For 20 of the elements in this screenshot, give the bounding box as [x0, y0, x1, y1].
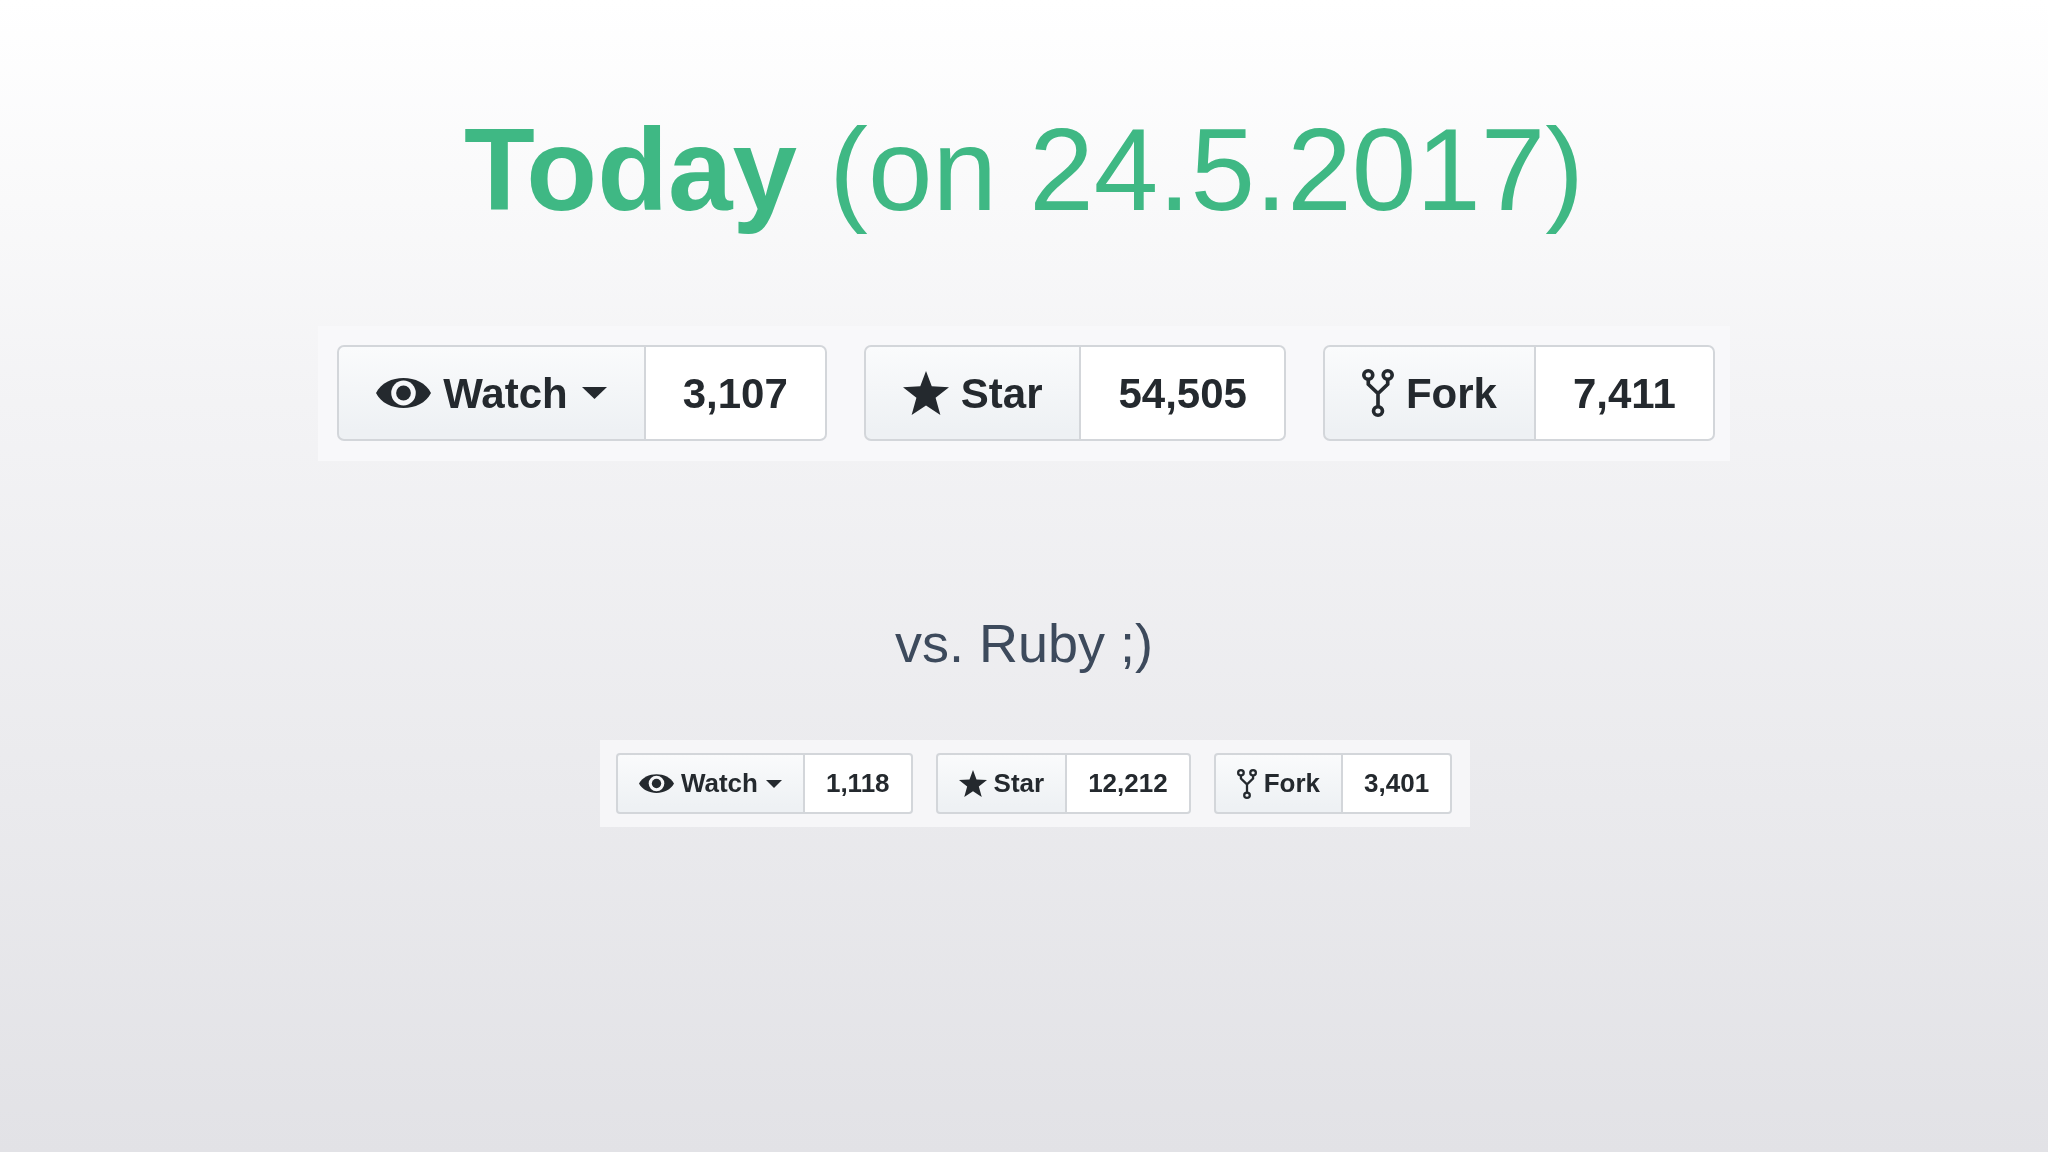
- fork-icon: [1361, 369, 1394, 418]
- watchers-count[interactable]: 1,118: [804, 753, 913, 815]
- stars-count[interactable]: 54,505: [1081, 345, 1286, 442]
- star-icon: [902, 371, 949, 416]
- star-icon: [958, 770, 987, 798]
- forks-count[interactable]: 7,411: [1535, 345, 1715, 442]
- fork-button[interactable]: Fork: [1213, 753, 1344, 815]
- watchers-count[interactable]: 3,107: [645, 345, 827, 442]
- comparison-caption: vs. Ruby ;): [894, 612, 1154, 676]
- stars-count[interactable]: 12,212: [1067, 753, 1191, 815]
- slide-title: Today (on 24.5.2017): [464, 104, 1584, 237]
- star-button[interactable]: Star: [863, 345, 1082, 442]
- star-button[interactable]: Star: [935, 753, 1068, 815]
- forks-count[interactable]: 3,401: [1343, 753, 1453, 815]
- fork-button[interactable]: Fork: [1322, 345, 1536, 442]
- watch-button[interactable]: Watch: [337, 345, 646, 442]
- fork-icon: [1236, 768, 1257, 799]
- watch-button[interactable]: Watch: [615, 753, 805, 815]
- caret-icon: [765, 779, 782, 788]
- caret-icon: [581, 387, 607, 400]
